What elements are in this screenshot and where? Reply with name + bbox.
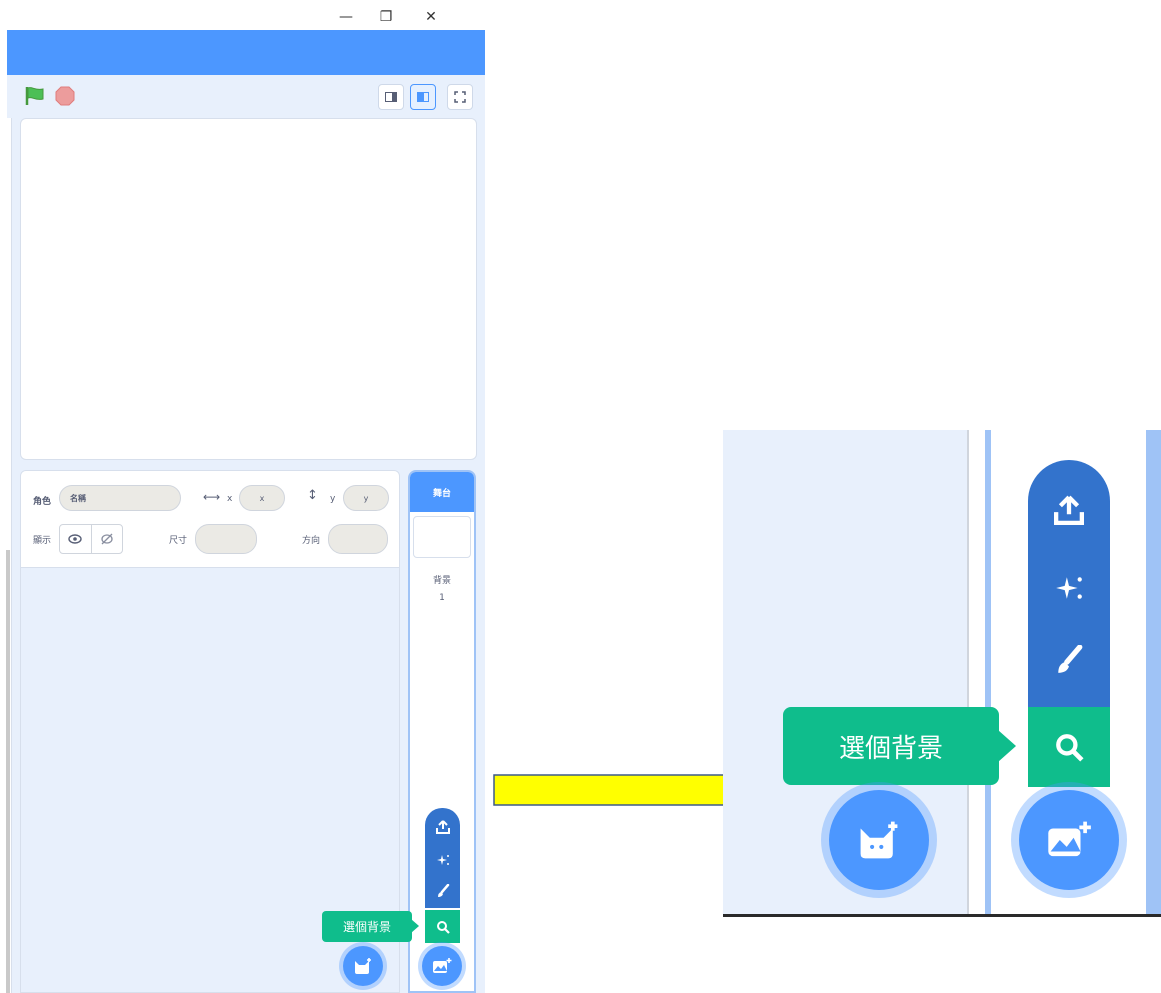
eye-icon [68,534,82,544]
x-arrows-icon: ⟷ [203,490,221,504]
fullscreen-button[interactable] [447,84,473,110]
eye-hidden-icon [101,533,113,545]
direction-label: 方向 [302,536,321,546]
zoom-divider [967,430,969,916]
upload-icon [1054,495,1084,525]
zoom-paint-button[interactable] [1028,635,1110,685]
surprise-icon [1056,577,1082,599]
zoom-pane-border-right [1146,430,1161,916]
zoom-choose-backdrop-button[interactable] [1019,790,1119,890]
surprise-backdrop-button[interactable] [425,847,460,873]
backdrop-icon [1048,821,1091,857]
close-button[interactable]: ✕ [416,6,446,28]
y-label: y [330,494,336,504]
x-label: x [227,494,233,504]
y-input[interactable]: y [343,485,389,511]
zoom-choose-sprite-button[interactable] [829,790,929,890]
search-icon [1056,734,1084,762]
paint-icon [437,884,449,897]
size-input[interactable] [195,524,257,554]
choose-sprite-button[interactable] [343,946,383,986]
tooltip-arrow [411,919,419,933]
y-arrows-icon: ↕ [307,488,318,503]
minimize-button[interactable]: — [331,6,361,28]
restore-button[interactable]: ❐ [371,6,401,28]
cat-icon [860,821,898,859]
show-button[interactable] [60,525,92,553]
hide-button[interactable] [92,525,123,553]
fullscreen-icon [454,91,466,103]
scrollbar[interactable] [6,550,10,993]
small-stage-button[interactable] [378,84,404,110]
backdrop-icon [433,958,452,973]
choose-backdrop-button[interactable] [422,946,462,986]
paint-backdrop-button[interactable] [425,878,460,904]
zoom-view: 選個背景 [723,430,1161,916]
sprite-info: 角色 名稱 ⟷ x x ↕ y y 顯示 尺寸 方向 [21,471,399,568]
zoom-surprise-button[interactable] [1028,563,1110,613]
search-icon [436,920,450,934]
large-stage-icon [417,92,429,102]
backdrop-count: 1 [439,593,445,603]
stop-icon[interactable] [55,86,75,106]
show-label: 顯示 [33,536,52,546]
search-backdrop-button[interactable] [425,910,460,943]
menu-bar [7,30,485,75]
stage-thumbnail[interactable] [413,516,471,558]
large-stage-button[interactable] [410,84,436,110]
surprise-icon [436,855,449,865]
backdrops-label: 背景 [432,576,451,586]
zoom-search-button[interactable] [1028,707,1110,787]
upload-backdrop-button[interactable] [425,814,460,840]
stage-canvas[interactable] [20,118,477,460]
sprite-name-input[interactable]: 名稱 [59,485,181,511]
size-label: 尺寸 [169,536,188,546]
upload-icon [435,820,450,834]
zoom-tooltip-arrow [998,730,1016,762]
direction-input[interactable] [328,524,388,554]
zoom-choose-backdrop-tooltip: 選個背景 [783,707,999,785]
visibility-toggle [59,524,123,554]
small-stage-icon [385,92,397,102]
stage-header: 舞台 [410,472,474,512]
cat-icon [355,958,371,974]
zoom-bottom-border [723,914,1161,917]
sprite-label: 角色 [33,497,52,507]
choose-backdrop-tooltip: 選個背景 [322,911,412,942]
zoom-upload-button[interactable] [1028,485,1110,535]
green-flag-icon[interactable] [24,86,46,106]
x-input[interactable]: x [239,485,285,511]
paint-icon [1058,645,1083,673]
